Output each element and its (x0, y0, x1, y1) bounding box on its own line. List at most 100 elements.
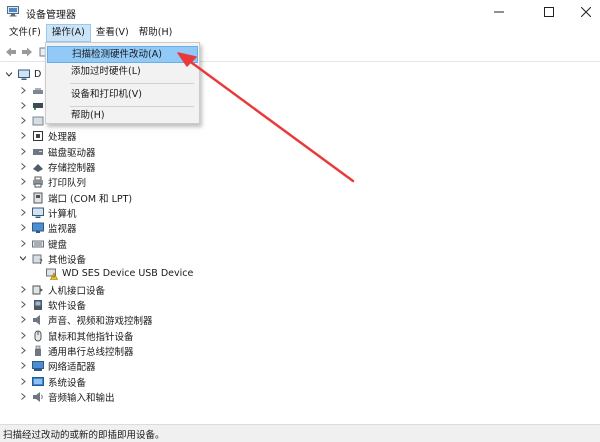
expand-chevron-icon[interactable] (4, 67, 14, 82)
mouse-icon (32, 330, 44, 342)
tree-item[interactable]: 系统设备 (18, 374, 86, 389)
storage-controller-icon (32, 161, 44, 173)
printer-icon (32, 176, 44, 188)
menu-file[interactable]: 文件(F) (4, 24, 46, 42)
tree-item[interactable]: 鼠标和其他指针设备 (18, 328, 134, 343)
menu-item-devices-printers[interactable]: 设备和打印机(V) (47, 86, 198, 103)
forward-arrow-icon (22, 47, 32, 57)
status-bar: 扫描经过改动的或新的即插即用设备。 (0, 424, 600, 442)
menu-help[interactable]: 帮助(H) (134, 24, 178, 42)
device-manager-app-icon (7, 6, 19, 17)
tree-item-label: 人机接口设备 (48, 285, 106, 297)
window-title: 设备管理器 (26, 10, 76, 21)
tree-root-label: D (34, 69, 42, 80)
tree-item[interactable]: 计算机 (18, 205, 77, 220)
tree-item-label: 网络适配器 (48, 361, 96, 373)
collapse-chevron-icon[interactable] (18, 312, 28, 327)
tree-item-label: 端口 (COM 和 LPT) (48, 193, 133, 205)
tree-item-expanded[interactable]: ? 其他设备 (18, 251, 86, 266)
tree-item-label: 鼠标和其他指针设备 (48, 331, 134, 343)
collapse-chevron-icon[interactable] (18, 328, 28, 343)
svg-text:?: ? (39, 258, 43, 265)
tree-item-label: WD SES Device USB Device (62, 268, 194, 279)
computer-icon (18, 69, 30, 81)
title-bar: 设备管理器 (0, 0, 600, 24)
tree-item[interactable]: 监视器 (18, 220, 77, 235)
tree-item[interactable]: 键盘 (18, 236, 67, 251)
menu-action[interactable]: 操作(A) (45, 24, 91, 42)
tree-item[interactable]: 处理器 (18, 128, 77, 143)
tree-item[interactable]: 端口 (COM 和 LPT) (18, 190, 132, 205)
forward-button[interactable] (20, 45, 34, 59)
minimize-button[interactable] (480, 0, 518, 24)
collapse-chevron-icon[interactable] (18, 98, 28, 113)
usb-icon (32, 345, 44, 357)
tree-item[interactable]: 人机接口设备 (18, 282, 105, 297)
menu-item-scan-hardware[interactable]: 扫描检测硬件改动(A) (47, 46, 198, 63)
tree-root[interactable]: D (4, 67, 41, 82)
action-dropdown-menu: 扫描检测硬件改动(A) 添加过时硬件(L) 设备和打印机(V) 帮助(H) (45, 42, 200, 124)
menu-item-add-legacy-hardware[interactable]: 添加过时硬件(L) (47, 63, 198, 80)
tree-item[interactable]: 声音、视频和游戏控制器 (18, 312, 153, 327)
tree-item[interactable]: 打印队列 (18, 174, 86, 189)
processor-icon (32, 130, 44, 142)
maximize-button[interactable] (530, 0, 568, 24)
collapse-chevron-icon[interactable] (18, 159, 28, 174)
tree-item-label: 监视器 (48, 223, 77, 235)
tree-item-label: 声音、视频和游戏控制器 (48, 315, 153, 327)
collapse-chevron-icon[interactable] (18, 205, 28, 220)
audio-input-icon (32, 85, 44, 97)
tree-item[interactable]: 网络适配器 (18, 358, 96, 373)
tree-item-label: 键盘 (48, 239, 68, 251)
close-icon (581, 7, 591, 17)
tree-item[interactable]: 磁盘驱动器 (18, 144, 96, 159)
collapse-chevron-icon[interactable] (18, 374, 28, 389)
warning-device-icon (46, 268, 59, 280)
disk-drive-icon (32, 146, 44, 158)
network-adapter-icon (32, 360, 44, 372)
collapse-chevron-icon[interactable] (18, 343, 28, 358)
collapse-chevron-icon[interactable] (18, 358, 28, 373)
collapse-chevron-icon[interactable] (18, 144, 28, 159)
hid-icon (32, 284, 44, 296)
collapse-chevron-icon[interactable] (18, 128, 28, 143)
tree-item[interactable]: 存储控制器 (18, 159, 96, 174)
menu-bar: 文件(F) 操作(A) 查看(V) 帮助(H) (0, 24, 600, 42)
disk-icon (32, 115, 44, 127)
collapse-chevron-icon[interactable] (18, 174, 28, 189)
computer-icon (32, 207, 44, 219)
menu-item-help[interactable]: 帮助(H) (47, 107, 198, 124)
back-button[interactable] (4, 45, 18, 59)
tree-item[interactable] (18, 113, 48, 128)
tree-item[interactable]: 软件设备 (18, 297, 86, 312)
menu-separator (70, 83, 194, 84)
collapse-chevron-icon[interactable] (18, 236, 28, 251)
tree-item-label: 软件设备 (48, 300, 87, 312)
tree-item[interactable] (18, 83, 48, 98)
tree-item-label: 处理器 (48, 131, 77, 143)
minimize-icon (494, 11, 504, 13)
collapse-chevron-icon[interactable] (18, 190, 28, 205)
device-manager-window: 设备管理器 文件(F) 操作(A) 查看(V) 帮助(H) D 处理器 磁盘驱动… (0, 0, 600, 442)
close-button[interactable] (567, 0, 600, 24)
other-devices-icon: ? (32, 253, 44, 266)
status-text: 扫描经过改动的或新的即插即用设备。 (3, 429, 165, 441)
collapse-chevron-icon[interactable] (18, 282, 28, 297)
expand-chevron-icon[interactable] (18, 251, 28, 266)
collapse-chevron-icon[interactable] (18, 113, 28, 128)
tree-item[interactable]: 通用串行总线控制器 (18, 343, 134, 358)
tree-item[interactable]: 音频输入和输出 (18, 389, 115, 404)
collapse-chevron-icon[interactable] (18, 389, 28, 404)
collapse-chevron-icon[interactable] (18, 297, 28, 312)
tree-item-label: 其他设备 (48, 254, 87, 266)
collapse-chevron-icon[interactable] (18, 83, 28, 98)
sound-icon (32, 314, 44, 326)
tree-item-label: 存储控制器 (48, 162, 96, 174)
collapse-chevron-icon[interactable] (18, 220, 28, 235)
tree-item-label: 计算机 (48, 208, 77, 220)
port-icon (32, 192, 44, 204)
menu-view[interactable]: 查看(V) (91, 24, 134, 42)
tree-item[interactable] (18, 98, 48, 113)
monitor-icon (32, 222, 44, 234)
tree-child-item[interactable]: WD SES Device USB Device (46, 266, 193, 281)
